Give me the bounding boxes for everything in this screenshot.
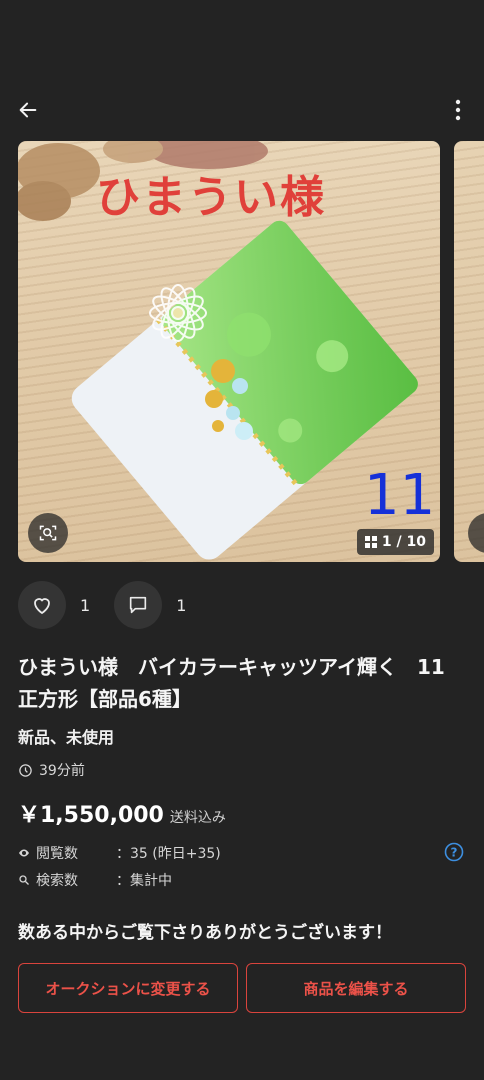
grid-icon <box>364 536 377 548</box>
image-search-button-next[interactable] <box>468 513 484 553</box>
clock-icon <box>19 763 32 777</box>
eye-icon <box>19 849 29 857</box>
action-buttons: オークションに変更する 商品を編集する <box>18 963 466 1013</box>
seller-message: 数ある中からご覧下さりありがとうございます！ <box>18 923 392 943</box>
view-count-row: 閲覧数 ：35 (昨日+35) <box>18 843 221 863</box>
product-condition: 新品、未使用 <box>18 728 115 747</box>
heart-icon <box>34 598 50 615</box>
next-photo-preview[interactable] <box>454 141 484 562</box>
view-count-value: ：35 (昨日+35) <box>116 846 221 862</box>
like-count: 1 <box>80 595 91 615</box>
social-actions: 1 1 <box>18 581 210 629</box>
photo-caption-text: ひまうい様 <box>96 172 326 223</box>
image-counter: 1 / 10 <box>356 529 434 555</box>
search-count-row: 検索数 ：集計中 <box>18 870 172 890</box>
edit-product-button[interactable]: 商品を編集する <box>246 963 466 1013</box>
more-options-button[interactable] <box>446 94 470 126</box>
search-count-label: 検索数 <box>36 873 78 889</box>
view-count-label: 閲覧数 <box>36 846 78 862</box>
arrow-left-icon <box>19 102 37 118</box>
posted-time-text: 39分前 <box>39 763 85 779</box>
photo-number-text: 11 <box>364 463 436 528</box>
product-title: ひまうい様 バイカラーキャッツアイ輝く 11 正方形【部品6種】 <box>18 655 465 711</box>
price-block: ￥1,550,000 送料込み <box>18 797 226 829</box>
back-button[interactable] <box>12 94 44 126</box>
search-count-value: ：集計中 <box>116 873 172 889</box>
image-gallery[interactable]: ひまうい様 11 1 / 10 <box>18 141 484 562</box>
search-icon <box>19 875 29 885</box>
product-photo[interactable]: ひまうい様 11 1 / 10 <box>18 141 440 562</box>
comment-count: 1 <box>176 595 187 615</box>
help-icon[interactable]: ? <box>444 842 464 862</box>
price-value: ￥1,550,000 <box>18 803 164 828</box>
image-search-icon <box>39 525 57 541</box>
like-button[interactable] <box>18 581 66 629</box>
posted-time: 39分前 <box>18 760 85 780</box>
comment-icon <box>130 596 147 614</box>
image-counter-text: 1 / 10 <box>381 534 426 550</box>
change-to-auction-button[interactable]: オークションに変更する <box>18 963 238 1013</box>
top-bar <box>0 88 484 132</box>
shipping-note: 送料込み <box>169 810 226 826</box>
more-vertical-icon <box>455 99 461 121</box>
image-search-button[interactable] <box>28 513 68 553</box>
svg-text:?: ? <box>451 846 458 860</box>
comment-button[interactable] <box>114 581 163 629</box>
